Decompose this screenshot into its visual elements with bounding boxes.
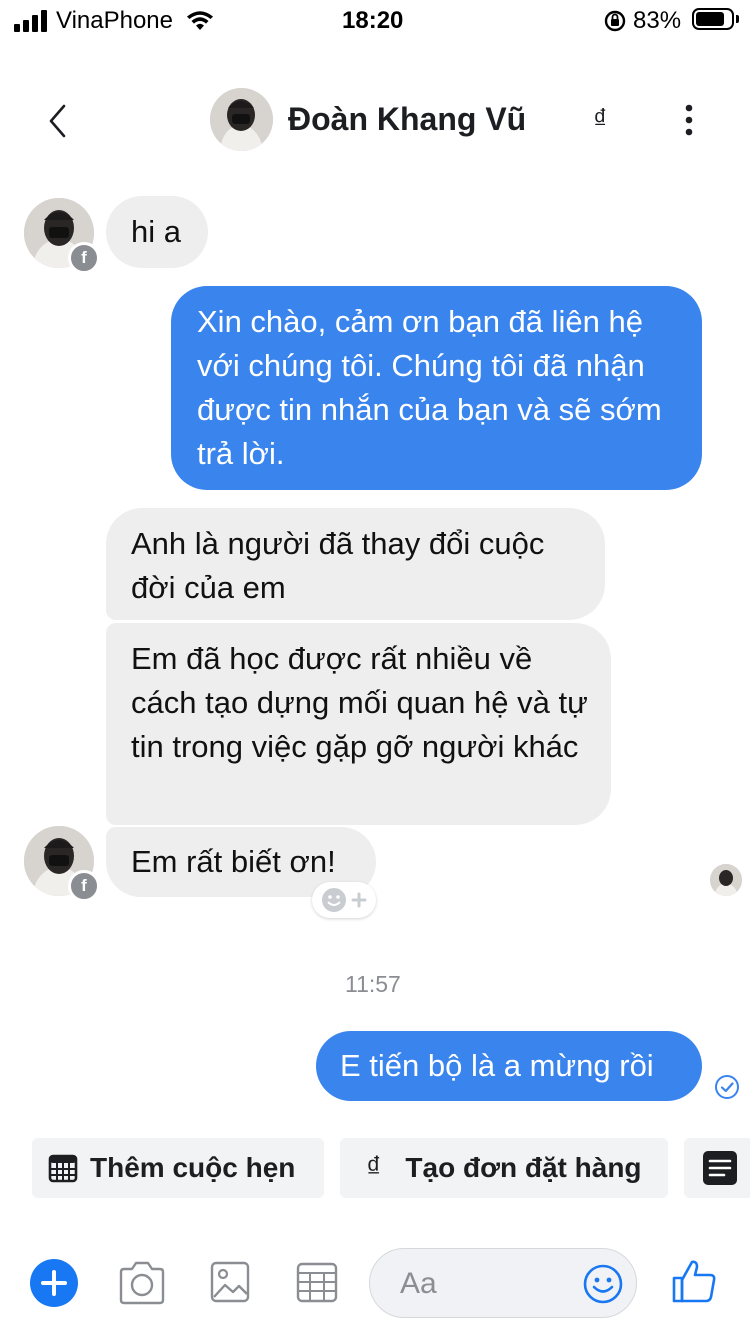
battery-icon	[692, 8, 734, 30]
seen-avatar	[710, 864, 742, 896]
message-text: Em rất biết ơn!	[131, 844, 336, 879]
message-text: Xin chào, cảm ơn bạn đã liên hệ với chún…	[197, 304, 662, 471]
facebook-badge-icon: f	[68, 870, 100, 902]
message-bubble-incoming[interactable]: hi a	[106, 196, 208, 268]
chip-label: Tạo đơn đặt hàng	[405, 1152, 642, 1183]
plus-icon	[41, 1270, 67, 1296]
timestamp: 11:57	[345, 971, 401, 997]
dong-icon[interactable]: ₫	[593, 103, 607, 135]
contact-avatar[interactable]	[210, 88, 273, 151]
back-chevron-icon[interactable]	[46, 103, 70, 139]
calendar-icon	[48, 1154, 78, 1183]
image-icon[interactable]	[210, 1261, 250, 1303]
emoji-add-icon	[322, 888, 367, 912]
add-reaction-button[interactable]	[312, 882, 376, 918]
message-bubble-outgoing[interactable]: E tiến bộ là a mừng rồi	[316, 1031, 702, 1101]
quick-action-create-order[interactable]: ₫ Tạo đơn đặt hàng	[340, 1138, 668, 1198]
message-bubble-incoming[interactable]: Anh là người đã thay đổi cuộc đời của em	[106, 508, 605, 620]
message-text: Anh là người đã thay đổi cuộc đời của em	[131, 526, 545, 605]
sender-avatar[interactable]: f	[24, 826, 100, 902]
dong-icon: ₫	[366, 1151, 382, 1184]
signal-icon	[14, 10, 47, 32]
more-vertical-icon[interactable]	[680, 104, 698, 136]
message-text: E tiến bộ là a mừng rồi	[340, 1048, 654, 1083]
list-icon	[703, 1151, 737, 1185]
battery-level	[696, 12, 724, 26]
message-bubble-outgoing[interactable]: Xin chào, cảm ơn bạn đã liên hệ với chún…	[171, 286, 702, 490]
message-text: hi a	[131, 214, 181, 249]
battery-percent: 83%	[633, 7, 682, 34]
quick-action-more[interactable]	[684, 1138, 750, 1198]
calendar-icon[interactable]	[296, 1261, 338, 1303]
clock: 18:20	[342, 7, 404, 34]
like-icon[interactable]	[670, 1258, 718, 1304]
camera-icon[interactable]	[117, 1260, 167, 1306]
emoji-icon[interactable]	[582, 1263, 624, 1305]
orientation-lock-icon	[604, 10, 626, 32]
quick-action-add-appointment[interactable]: Thêm cuộc hẹn	[32, 1138, 324, 1198]
sent-check-icon	[715, 1075, 739, 1099]
message-input[interactable]: Aa	[369, 1248, 637, 1318]
message-input-placeholder: Aa	[400, 1267, 437, 1300]
carrier-name: VinaPhone	[56, 7, 173, 34]
chip-label: Thêm cuộc hẹn	[90, 1152, 296, 1183]
wifi-icon	[187, 11, 213, 30]
plus-button[interactable]	[30, 1259, 78, 1307]
status-bar: VinaPhone 18:20 83%	[0, 0, 750, 42]
sender-avatar[interactable]: f	[24, 198, 100, 274]
contact-name[interactable]: Đoàn Khang Vũ	[288, 101, 526, 138]
message-text: Em đã học được rất nhiều về cách tạo dựn…	[131, 641, 588, 764]
message-bubble-incoming[interactable]: Em đã học được rất nhiều về cách tạo dựn…	[106, 623, 611, 825]
facebook-badge-icon: f	[68, 242, 100, 274]
